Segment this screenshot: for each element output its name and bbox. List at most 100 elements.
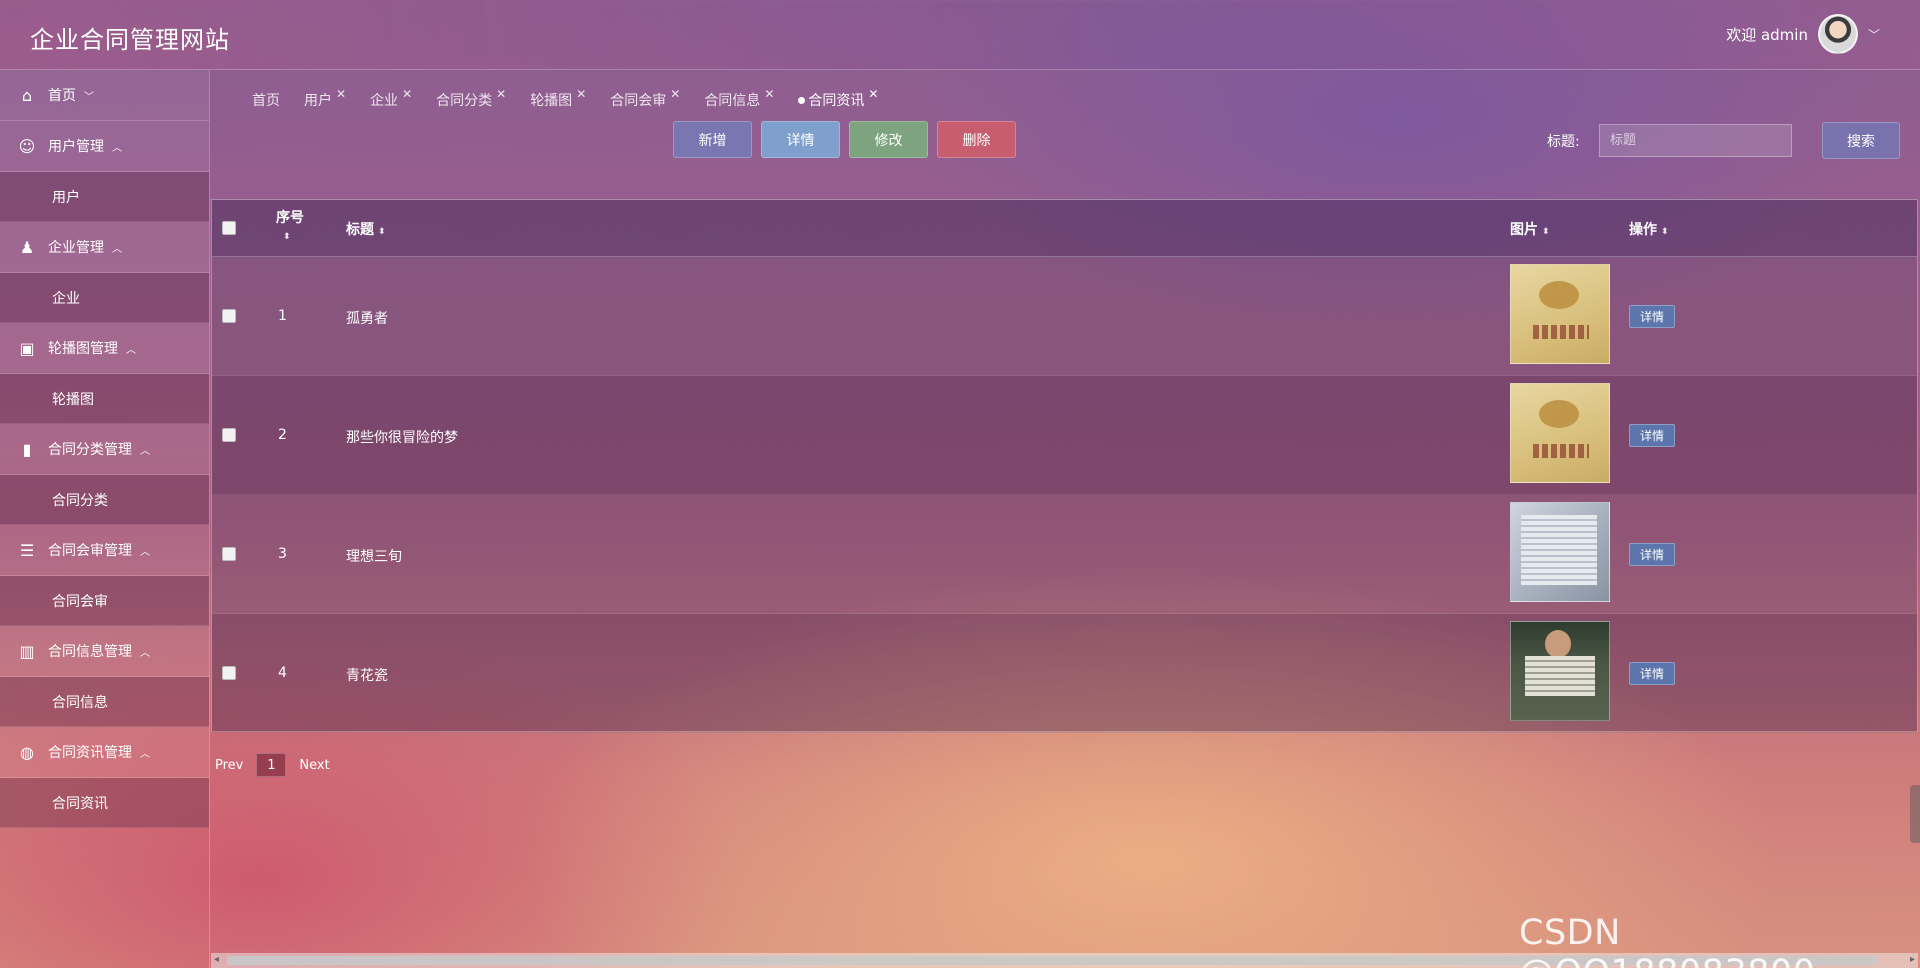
edit-button[interactable]: 修改 xyxy=(849,121,928,158)
row-checkbox[interactable] xyxy=(222,428,236,442)
tab-5[interactable]: 合同会审 ✕ xyxy=(598,87,692,112)
sidebar-item[interactable]: 用户 xyxy=(0,172,209,222)
sidebar-group-0[interactable]: ⌂ 首页 ﹀ xyxy=(0,70,209,121)
prev-page-link[interactable]: Prev xyxy=(215,758,243,773)
select-all-checkbox[interactable] xyxy=(222,221,236,235)
sidebar-group-label: 首页 xyxy=(48,88,76,104)
tab-7[interactable]: 合同资讯 ✕ xyxy=(786,87,890,112)
add-button[interactable]: 新增 xyxy=(673,121,752,158)
chevron-up-icon: ︿ xyxy=(112,243,122,255)
sidebar-group-7[interactable]: ◍ 合同资讯管理 ︿ xyxy=(0,727,209,778)
watermark: CSDN @QQ188083800 xyxy=(1519,913,1815,968)
row-index: 3 xyxy=(278,546,287,562)
active-dot-icon xyxy=(798,96,806,104)
row-detail-button[interactable]: 详情 xyxy=(1629,543,1675,566)
toolbar: 新增 详情 修改 删除 xyxy=(673,121,1016,158)
close-icon[interactable]: ✕ xyxy=(670,87,680,101)
tab-4[interactable]: 轮播图 ✕ xyxy=(518,87,598,112)
tab-3[interactable]: 合同分类 ✕ xyxy=(424,87,518,112)
tab-2[interactable]: 企业 ✕ xyxy=(358,87,424,112)
close-icon[interactable]: ✕ xyxy=(402,87,412,101)
chevron-up-icon: ︿ xyxy=(140,748,150,760)
chevron-down-icon[interactable]: ﹀ xyxy=(1868,26,1880,43)
next-page-link[interactable]: Next xyxy=(299,758,329,773)
row-title: 理想三旬 xyxy=(346,549,402,565)
column-image-label: 图片 xyxy=(1510,222,1538,238)
tab-label: 首页 xyxy=(252,93,280,109)
scroll-left-icon[interactable]: ◂ xyxy=(214,954,219,965)
page-number-current[interactable]: 1 xyxy=(256,753,287,777)
sort-icon[interactable]: ⬍ xyxy=(1542,227,1550,237)
row-detail-button[interactable]: 详情 xyxy=(1629,662,1675,685)
table-row[interactable]: 1 孤勇者 详情 xyxy=(212,257,1917,376)
table-row[interactable]: 2 那些你很冒险的梦 详情 xyxy=(212,376,1917,495)
sidebar-group-3[interactable]: ▣ 轮播图管理 ︿ xyxy=(0,323,209,374)
sidebar-group-1[interactable]: ☺ 用户管理 ︿ xyxy=(0,121,209,172)
row-image[interactable] xyxy=(1510,502,1610,602)
column-header-title[interactable]: 标题 ⬍ xyxy=(346,219,386,239)
sidebar-group-label: 轮播图管理 xyxy=(48,341,118,357)
tab-label: 合同会审 xyxy=(610,93,667,109)
user-box[interactable]: 欢迎 admin ﹀ xyxy=(1726,14,1880,54)
side-drawer-handle[interactable] xyxy=(1910,785,1920,843)
sidebar-item[interactable]: 合同资讯 xyxy=(0,778,209,828)
row-title: 青花瓷 xyxy=(346,668,388,684)
sidebar-item[interactable]: 合同会审 xyxy=(0,576,209,626)
table-row[interactable]: 3 理想三旬 详情 xyxy=(212,495,1917,614)
close-icon[interactable]: ✕ xyxy=(496,87,506,101)
site-title: 企业合同管理网站 xyxy=(30,26,230,54)
column-header-action[interactable]: 操作 ⬍ xyxy=(1629,219,1669,239)
sidebar-group-label: 企业管理 xyxy=(48,240,104,256)
tab-6[interactable]: 合同信息 ✕ xyxy=(692,87,786,112)
avatar[interactable] xyxy=(1817,14,1858,54)
row-image[interactable] xyxy=(1510,264,1610,364)
news-table: 序号 ⬍ 标题 ⬍ 图片 ⬍ 操作 ⬍ 1 孤勇者 详情 2 那些你很冒险的梦 详情 3 理想三旬详… xyxy=(211,199,1918,733)
table-row[interactable]: 4 青花瓷 详情 xyxy=(212,614,1917,733)
tab-label: 合同资讯 xyxy=(808,93,865,109)
detail-button[interactable]: 详情 xyxy=(761,121,840,158)
sidebar-group-5[interactable]: ☰ 合同会审管理 ︿ xyxy=(0,525,209,576)
sort-icon[interactable]: ⬍ xyxy=(378,227,386,237)
sidebar-item[interactable]: 合同信息 xyxy=(0,677,209,727)
close-icon[interactable]: ✕ xyxy=(868,87,878,101)
chevron-down-icon: ﹀ xyxy=(84,91,94,103)
row-index: 2 xyxy=(278,427,287,443)
row-image[interactable] xyxy=(1510,621,1610,721)
column-header-index[interactable]: 序号 ⬍ xyxy=(276,207,304,243)
row-image[interactable] xyxy=(1510,383,1610,483)
home-icon: ⌂ xyxy=(21,85,33,105)
sidebar-group-4[interactable]: ▮ 合同分类管理 ︿ xyxy=(0,424,209,475)
row-checkbox[interactable] xyxy=(222,666,236,680)
close-icon[interactable]: ✕ xyxy=(576,87,586,101)
column-title-label: 标题 xyxy=(346,222,374,238)
sidebar-item[interactable]: 轮播图 xyxy=(0,374,209,424)
tab-label: 用户 xyxy=(304,93,332,109)
row-checkbox[interactable] xyxy=(222,309,236,323)
sort-icon[interactable]: ⬍ xyxy=(1661,227,1669,237)
close-icon[interactable]: ✕ xyxy=(336,87,346,101)
chevron-up-icon: ︿ xyxy=(126,344,136,356)
sidebar-group-label: 合同资讯管理 xyxy=(48,745,132,761)
top-header: 企业合同管理网站 欢迎 admin ﹀ xyxy=(0,0,1920,70)
search-input[interactable] xyxy=(1599,124,1792,157)
sort-icon[interactable]: ⬍ xyxy=(283,232,291,242)
row-checkbox[interactable] xyxy=(222,547,236,561)
tab-1[interactable]: 用户 ✕ xyxy=(292,87,358,112)
tab-0[interactable]: 首页 xyxy=(240,88,292,112)
tab-label: 合同分类 xyxy=(436,93,493,109)
tab-bar: 首页 用户 ✕ 企业 ✕ 合同分类 ✕ 轮播图 ✕ 合同会审 ✕ 合同信息 ✕ 合同资讯 ✕ xyxy=(240,87,890,112)
tab-label: 合同信息 xyxy=(704,93,761,109)
sidebar-item[interactable]: 企业 xyxy=(0,273,209,323)
table-header: 序号 ⬍ 标题 ⬍ 图片 ⬍ 操作 ⬍ xyxy=(212,200,1917,257)
sidebar: ⌂ 首页 ﹀ ☺ 用户管理 ︿ 用户 ♟ 企业管理 ︿ 企业 ▣ 轮播图管理 ︿ 轮播图 ▮ 合同分类管理 ︿ 合同… xyxy=(0,70,210,968)
row-detail-button[interactable]: 详情 xyxy=(1629,424,1675,447)
close-icon[interactable]: ✕ xyxy=(764,87,774,101)
search-button[interactable]: 搜索 xyxy=(1822,122,1900,159)
column-header-image[interactable]: 图片 ⬍ xyxy=(1510,219,1550,239)
mouse-icon: ◍ xyxy=(20,742,34,762)
row-detail-button[interactable]: 详情 xyxy=(1629,305,1675,328)
sidebar-item[interactable]: 合同分类 xyxy=(0,475,209,525)
sidebar-group-2[interactable]: ♟ 企业管理 ︿ xyxy=(0,222,209,273)
sidebar-group-6[interactable]: ▥ 合同信息管理 ︿ xyxy=(0,626,209,677)
delete-button[interactable]: 删除 xyxy=(937,121,1016,158)
